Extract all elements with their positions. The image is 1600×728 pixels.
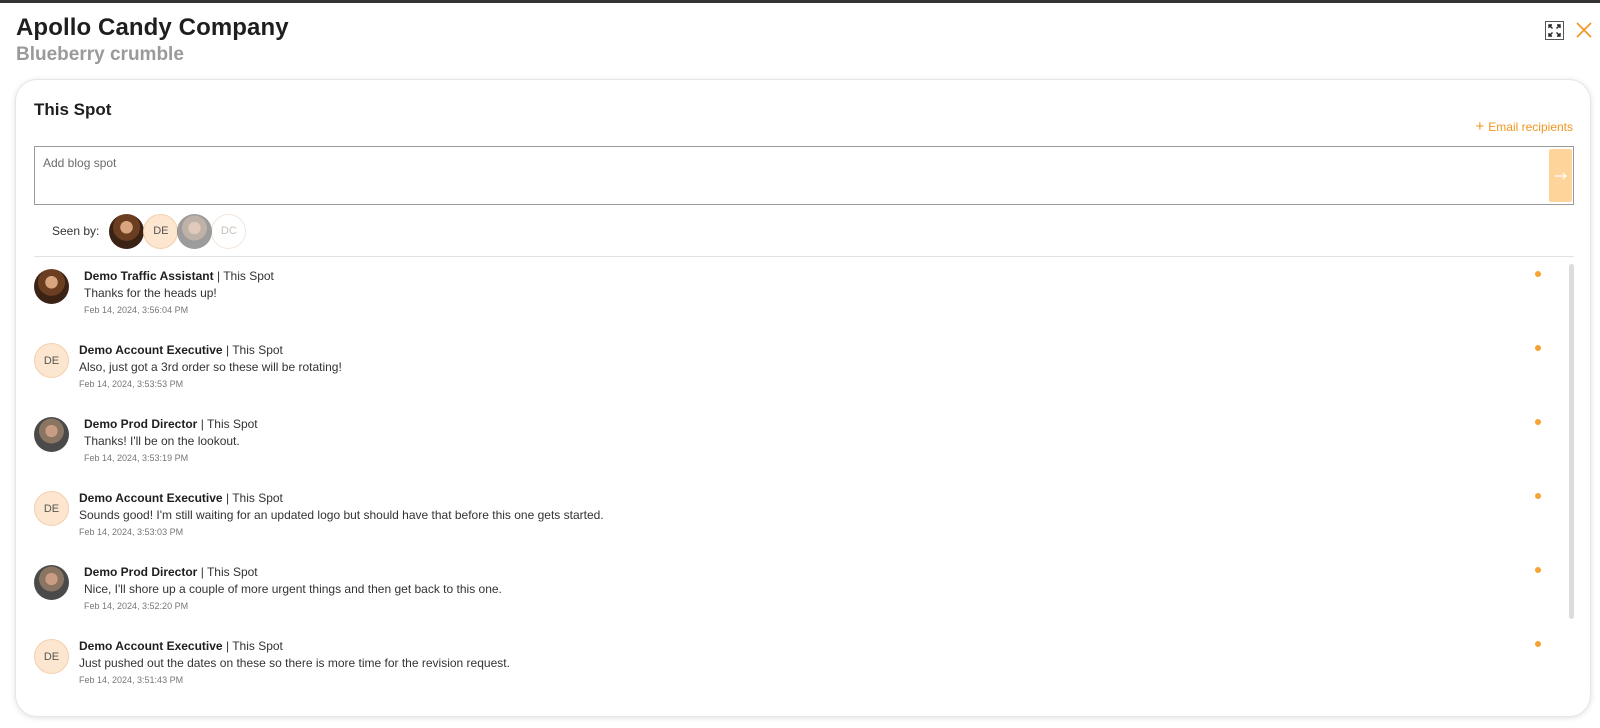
section-title: This Spot — [34, 100, 112, 119]
avatar: DE — [34, 491, 69, 526]
message-header: Demo Traffic Assistant | This Spot — [84, 268, 274, 284]
page-subtitle: Blueberry crumble — [16, 44, 184, 65]
seen-by-row: Seen by: DE DC — [52, 213, 247, 249]
page-title: Apollo Candy Company — [16, 14, 289, 41]
message-timestamp: Feb 14, 2024, 3:51:43 PM — [79, 675, 184, 685]
email-recipients-label: Email recipients — [1488, 120, 1573, 134]
message-header: Demo Account Executive | This Spot — [79, 638, 510, 654]
send-button[interactable] — [1549, 149, 1572, 202]
unread-indicator — [1535, 419, 1541, 425]
message-separator: | — [225, 491, 230, 505]
comments-panel: This Spot + Email recipients Seen by: DE… — [15, 79, 1591, 717]
list-item: DE Demo Account Executive | This Spot Ju… — [34, 636, 1541, 710]
message-separator: | — [200, 565, 204, 579]
message-timestamp: Feb 14, 2024, 3:53:19 PM — [84, 453, 189, 463]
unread-indicator — [1535, 641, 1541, 647]
avatar-initials: DE — [43, 650, 60, 663]
unread-indicator — [1535, 271, 1541, 277]
seen-by-label: Seen by: — [52, 224, 100, 238]
scrollbar[interactable] — [1569, 264, 1574, 619]
plus-icon: + — [1475, 118, 1485, 135]
message-separator: | — [216, 269, 221, 283]
blog-spot-input[interactable] — [35, 147, 1541, 204]
close-button[interactable] — [1574, 20, 1594, 40]
message-context: This Spot — [232, 343, 283, 357]
avatar-initials: DE — [153, 225, 169, 237]
message-text: Thanks! I'll be on the lookout. — [84, 434, 240, 448]
message-author: Demo Account Executive — [79, 639, 223, 653]
avatar[interactable] — [177, 213, 213, 249]
message-context: This Spot — [206, 565, 258, 579]
message-text: Thanks for the heads up! — [84, 286, 217, 300]
avatar — [34, 565, 69, 600]
page-header: Apollo Candy Company Blueberry crumble — [16, 14, 289, 67]
message-text: Also, just got a 3rd order so these will… — [79, 360, 342, 374]
message-context: This Spot — [232, 639, 283, 653]
message-body: Demo Account Executive | This Spot Also,… — [79, 342, 342, 391]
avatar — [34, 417, 69, 452]
unread-indicator — [1535, 567, 1541, 573]
message-context: This Spot — [223, 269, 274, 283]
compose-box — [34, 146, 1574, 205]
divider — [34, 256, 1574, 257]
avatar[interactable] — [109, 213, 145, 249]
message-body: Demo Account Executive | This Spot Just … — [79, 638, 510, 687]
message-author: Demo Prod Director — [84, 565, 198, 579]
email-recipients-link[interactable]: + Email recipients — [1475, 118, 1573, 135]
message-context: This Spot — [206, 417, 258, 431]
message-body: Demo Traffic Assistant | This Spot Thank… — [84, 268, 274, 317]
message-body: Demo Prod Director | This Spot Thanks! I… — [84, 416, 258, 465]
list-item: DE Demo Account Executive | This Spot Al… — [34, 340, 1541, 414]
unread-indicator — [1535, 345, 1541, 351]
message-author: Demo Account Executive — [79, 343, 223, 357]
list-item: Demo Prod Director | This Spot Thanks! I… — [34, 414, 1541, 488]
avatar: DE — [34, 343, 69, 378]
message-separator: | — [225, 639, 230, 653]
message-timestamp: Feb 14, 2024, 3:56:04 PM — [84, 305, 189, 315]
message-header: Demo Account Executive | This Spot — [79, 342, 342, 358]
message-author: Demo Traffic Assistant — [84, 269, 214, 283]
avatar — [34, 269, 69, 304]
message-body: Demo Prod Director | This Spot Nice, I'l… — [84, 564, 502, 613]
unread-indicator — [1535, 493, 1541, 499]
list-item: Demo Traffic Assistant | This Spot Thank… — [34, 266, 1541, 340]
list-item: Demo Prod Director | This Spot Nice, I'l… — [34, 562, 1541, 636]
message-header: Demo Prod Director | This Spot — [84, 416, 258, 432]
message-author: Demo Account Executive — [79, 491, 223, 505]
message-body: Demo Account Executive | This Spot Sound… — [79, 490, 604, 539]
seen-by-avatars: DE DC — [109, 213, 247, 249]
message-header: Demo Prod Director | This Spot — [84, 564, 502, 580]
close-icon — [1576, 22, 1592, 38]
message-list: Demo Traffic Assistant | This Spot Thank… — [34, 266, 1541, 710]
message-separator: | — [225, 343, 230, 357]
message-text: Nice, I'll shore up a couple of more urg… — [84, 582, 502, 596]
list-item: DE Demo Account Executive | This Spot So… — [34, 488, 1541, 562]
avatar-initials: DE — [43, 354, 60, 367]
message-author: Demo Prod Director — [84, 417, 198, 431]
message-timestamp: Feb 14, 2024, 3:52:20 PM — [84, 601, 189, 611]
expand-icon — [1548, 24, 1561, 37]
avatar[interactable]: DE — [143, 213, 179, 249]
message-text: Sounds good! I'm still waiting for an up… — [79, 508, 604, 522]
arrow-right-icon — [1554, 172, 1567, 179]
expand-button[interactable] — [1545, 21, 1564, 40]
avatar: DE — [34, 639, 69, 674]
message-text: Just pushed out the dates on these so th… — [79, 656, 510, 670]
message-timestamp: Feb 14, 2024, 3:53:53 PM — [79, 379, 184, 389]
message-timestamp: Feb 14, 2024, 3:53:03 PM — [79, 527, 184, 537]
message-separator: | — [200, 417, 204, 431]
avatar[interactable]: DC — [211, 213, 247, 249]
top-rule — [0, 0, 1600, 3]
message-context: This Spot — [232, 491, 283, 505]
message-header: Demo Account Executive | This Spot — [79, 490, 604, 506]
avatar-initials: DC — [220, 225, 237, 237]
avatar-initials: DE — [43, 502, 60, 515]
